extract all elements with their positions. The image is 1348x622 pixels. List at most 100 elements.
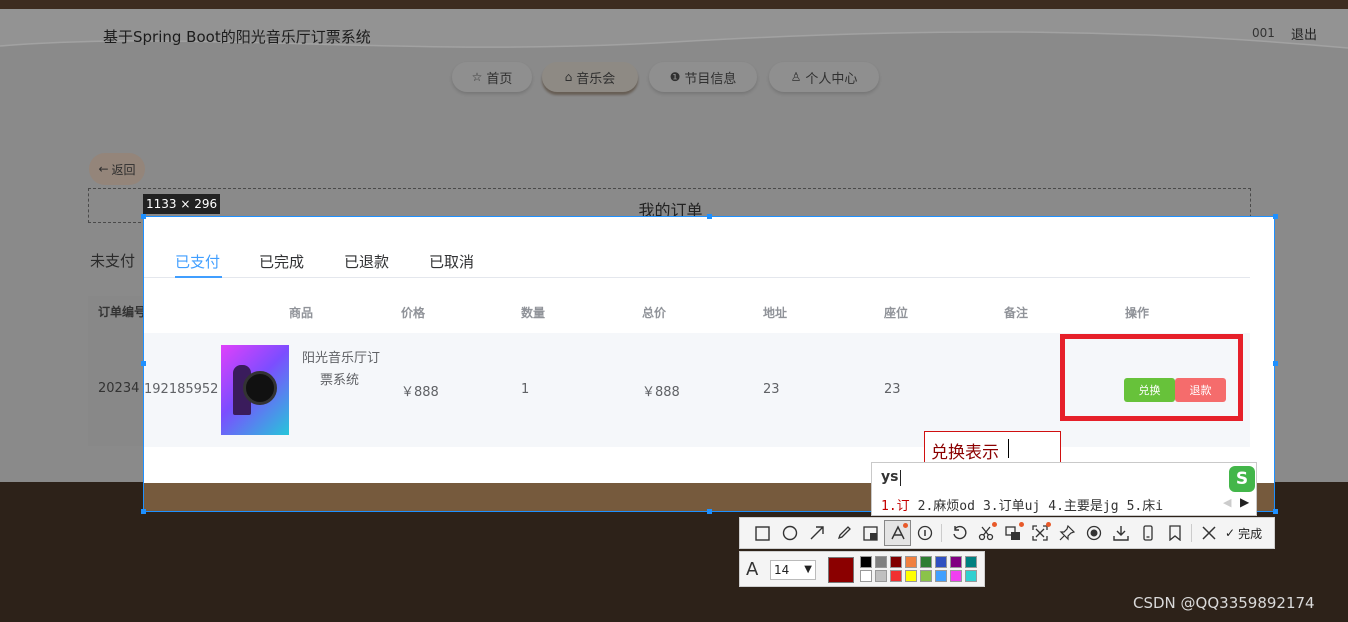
th-order-no: 订单编号 [98,305,147,319]
order-no-right: 192185952 [144,382,219,397]
nav-label: 首页 [486,71,513,87]
resize-handle[interactable] [1273,214,1278,219]
color-swatch[interactable] [875,556,887,568]
number-icon[interactable] [911,520,938,546]
pencil-icon[interactable] [830,520,857,546]
resize-handle[interactable] [141,509,146,514]
color-swatch[interactable] [950,570,962,582]
tab-unpaid[interactable]: 未支付 [90,250,135,271]
ime-candidates: 1.订 2.麻烦od 3.订单uj 4.主要是jg 5.床i [881,495,1163,514]
record-icon[interactable] [1080,520,1107,546]
seat-cell: 23 [884,382,901,397]
ime-input: ys [881,469,899,485]
annotation-rectangle[interactable] [1060,334,1243,421]
color-swatch[interactable] [860,556,872,568]
th-qty: 数量 [521,306,546,320]
done-button[interactable]: ✓ 完成 [1225,525,1262,542]
info-icon: ❶ [669,70,681,84]
toolbar-divider [1191,524,1192,542]
ime-prev-icon[interactable]: ◀ [1223,496,1231,509]
price-cell: ￥888 [401,385,439,400]
color-swatch[interactable] [890,556,902,568]
font-icon: A [746,559,759,580]
back-button[interactable]: ← 返回 [89,153,145,185]
resize-handle[interactable] [141,214,146,219]
ime-candidate[interactable]: 1.订 [881,495,910,514]
th-action: 操作 [1125,306,1150,320]
undo-icon[interactable] [945,520,972,546]
download-icon[interactable] [1107,520,1134,546]
resize-handle[interactable] [141,361,146,366]
order-no-left: 20234 [98,381,140,396]
cut-icon[interactable] [972,520,999,546]
th-address: 地址 [763,306,788,320]
product-name-line2: 票系统 [320,373,360,388]
color-swatch[interactable] [860,570,872,582]
ime-next-icon[interactable]: ▶ [1240,495,1249,509]
th-seat: 座位 [884,306,909,320]
product-name-line1: 阳光音乐厅订 [302,351,381,366]
phone-icon[interactable] [1134,520,1161,546]
logout-link[interactable]: 退出 [1291,24,1317,43]
annotation-text-box[interactable]: 兑换表示 [924,431,1061,463]
tab-refunded[interactable]: 已退款 [344,251,389,272]
nav-program-info[interactable]: ❶ 节目信息 [649,62,757,92]
resize-handle[interactable] [707,509,712,514]
ime-candidate[interactable]: 2.麻烦od [918,495,975,514]
tab-cancelled[interactable]: 已取消 [429,251,474,272]
address-cell: 23 [763,382,780,397]
color-swatch[interactable] [920,556,932,568]
tab-paid[interactable]: 已支付 [175,251,220,272]
ime-candidate[interactable]: 4.主要是jg [1048,495,1118,514]
current-color-swatch[interactable] [828,557,854,583]
done-label: 完成 [1238,526,1263,541]
tab-active-ink [175,276,222,278]
star-icon: ☆ [471,70,483,84]
resize-handle[interactable] [707,214,712,219]
color-swatch[interactable] [875,570,887,582]
ime-candidate[interactable]: 5.床i [1127,495,1163,514]
text-style-bar: A 14 ▼ [739,551,985,587]
color-swatch[interactable] [965,570,977,582]
pin-icon[interactable] [1053,520,1080,546]
close-icon[interactable] [1195,520,1222,546]
mosaic-icon[interactable] [857,520,884,546]
ime-candidate[interactable]: 3.订单uj [983,495,1040,514]
color-swatch[interactable] [950,556,962,568]
ocr-icon[interactable] [999,520,1026,546]
bag-icon: ⌂ [564,70,573,84]
annotation-text: 兑换表示 [931,443,999,463]
bookmark-icon[interactable] [1161,520,1188,546]
resize-handle[interactable] [1273,361,1278,366]
user-id[interactable]: 001 [1252,26,1275,40]
color-swatch[interactable] [905,570,917,582]
color-swatch[interactable] [905,556,917,568]
color-swatch[interactable] [890,570,902,582]
nav-concert[interactable]: ⌂ 音乐会 [542,62,638,92]
text-caret [1008,439,1009,458]
arrow-left-icon: ← [98,162,109,176]
nav-home[interactable]: ☆ 首页 [452,62,532,92]
color-swatch[interactable] [935,570,947,582]
resize-handle[interactable] [1273,509,1278,514]
ime-candidate-window: ys S 1.订 2.麻烦od 3.订单uj 4.主要是jg 5.床i ◀ ▶ [871,462,1257,516]
th-total: 总价 [642,306,667,320]
site-title: 基于Spring Boot的阳光音乐厅订票系统 [103,28,371,46]
nav-user-center[interactable]: ♙ 个人中心 [769,62,879,92]
scan-icon[interactable] [1026,520,1053,546]
font-size-select[interactable]: 14 ▼ [770,560,816,580]
text-icon[interactable] [884,520,911,546]
nav-label: 个人中心 [805,71,858,87]
color-swatch[interactable] [920,570,932,582]
rect-icon[interactable] [749,520,776,546]
check-icon: ✓ [1225,526,1236,540]
ellipse-icon[interactable] [776,520,803,546]
arrow-icon[interactable] [803,520,830,546]
sogou-logo-icon[interactable]: S [1229,466,1255,492]
tab-completed[interactable]: 已完成 [259,251,304,272]
qty-cell: 1 [521,382,530,397]
color-swatch[interactable] [935,556,947,568]
ime-caret [900,470,901,486]
color-swatch[interactable] [965,556,977,568]
capture-toolbar: ✓ 完成 [739,517,1275,549]
